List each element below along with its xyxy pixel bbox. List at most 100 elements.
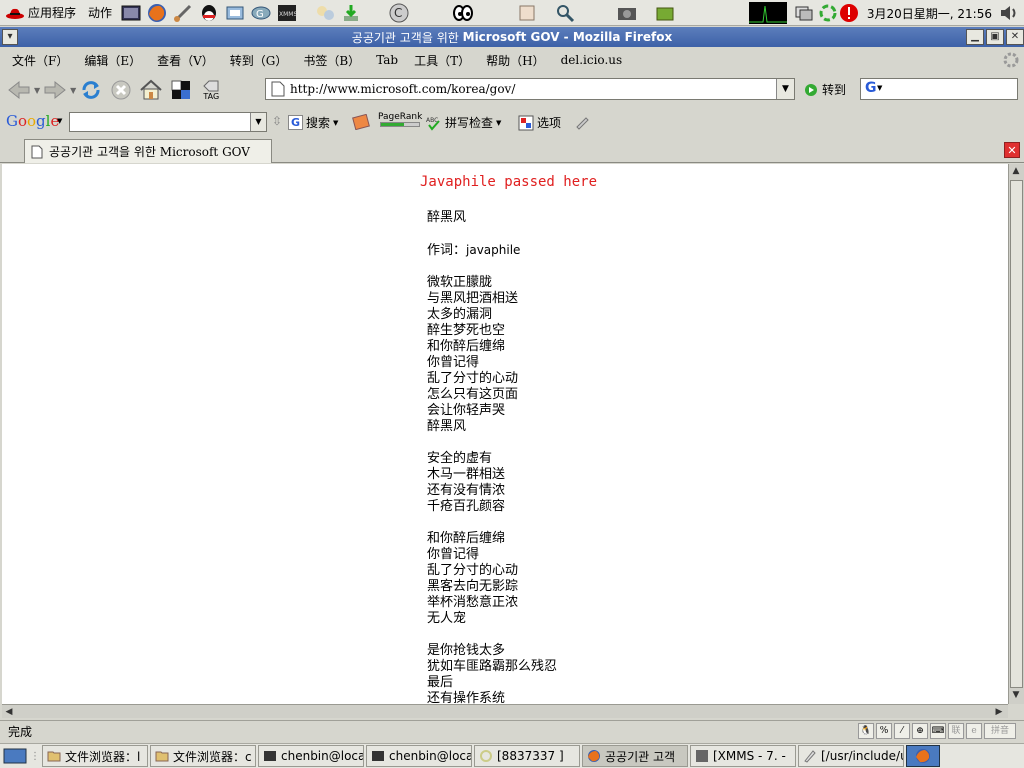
scroll-down-arrow[interactable]: ▼: [1009, 688, 1023, 702]
menu-delicious[interactable]: del.icio.us: [553, 53, 631, 67]
alert-icon[interactable]: [839, 3, 859, 23]
clock[interactable]: 3月20日星期一, 21:56: [867, 5, 992, 22]
workspace-icon[interactable]: [793, 2, 815, 24]
notes-launcher-icon[interactable]: [516, 2, 538, 24]
google-menu-dropdown-icon[interactable]: ▼: [57, 117, 62, 125]
window-titlebar[interactable]: ▾ 공공기관 고객을 위한 Microsoft GOV - Mozilla Fi…: [0, 27, 1024, 47]
folder-icon: [47, 751, 61, 762]
search-dropdown-icon[interactable]: ▼: [333, 119, 338, 127]
ime-connect-button[interactable]: 联: [948, 723, 964, 739]
horizontal-scrollbar[interactable]: ◀ ▶: [2, 704, 1008, 718]
vertical-scroll-thumb[interactable]: [1010, 180, 1023, 688]
window-menu-button[interactable]: ▾: [2, 29, 18, 45]
task-label: chenbin@local: [281, 749, 364, 763]
search-launcher-icon[interactable]: [554, 2, 576, 24]
poem-credit: 作词：javaphile: [427, 242, 557, 259]
google-search-dropdown[interactable]: ▼: [250, 113, 266, 131]
system-monitor-icon[interactable]: [748, 2, 787, 24]
download-launcher-icon[interactable]: [340, 2, 362, 24]
copyright-launcher-icon[interactable]: C: [388, 2, 410, 24]
task-file-browser-2[interactable]: 文件浏览器：c: [150, 745, 256, 767]
menu-edit[interactable]: 编辑（E）: [76, 52, 149, 69]
task-qq[interactable]: [8837337 ]: [474, 745, 580, 767]
options-button[interactable]: 选项: [518, 114, 561, 131]
ime-mode-icon[interactable]: %: [876, 723, 892, 739]
back-button[interactable]: [4, 75, 34, 105]
reload-button[interactable]: [76, 75, 106, 105]
go-arrow-icon: [805, 83, 817, 96]
menu-help[interactable]: 帮助（H）: [478, 52, 552, 69]
recycle-icon[interactable]: [819, 4, 837, 22]
network-launcher-icon[interactable]: [224, 2, 246, 24]
spellcheck-button[interactable]: ABC 拼写检查 ▼: [426, 114, 501, 131]
chat-launcher-icon[interactable]: [314, 2, 336, 24]
highlight-button[interactable]: [574, 114, 590, 130]
maximize-button[interactable]: ▣: [986, 29, 1004, 45]
qq-launcher-icon[interactable]: [198, 2, 220, 24]
camera-launcher-icon[interactable]: [616, 2, 638, 24]
brush-launcher-icon[interactable]: [172, 2, 194, 24]
search-engine-box[interactable]: G ▼: [860, 78, 1018, 100]
scroll-left-arrow[interactable]: ◀: [2, 705, 16, 719]
tag-button[interactable]: TAG: [196, 75, 226, 105]
go-button[interactable]: 转到: [804, 81, 846, 98]
menu-bookmarks[interactable]: 书签（B）: [295, 52, 368, 69]
spellcheck-dropdown-icon[interactable]: ▼: [496, 119, 501, 127]
applications-menu[interactable]: 应用程序: [0, 4, 82, 21]
google-g-icon[interactable]: G: [865, 80, 877, 96]
news-button[interactable]: [352, 114, 370, 130]
ime-pinyin-button[interactable]: 拼音: [984, 723, 1016, 739]
ime-keyboard-icon[interactable]: ⌨: [930, 723, 946, 739]
url-text: http://www.microsoft.com/korea/gov/: [290, 82, 516, 96]
stop-button[interactable]: [106, 75, 136, 105]
forward-button[interactable]: [40, 75, 70, 105]
delicious-button[interactable]: [166, 75, 196, 105]
tab-current[interactable]: 공공기관 고객을 위한 Microsoft GOV: [24, 139, 272, 163]
google-search-input[interactable]: ▼: [69, 112, 267, 132]
eyes-launcher-icon[interactable]: [452, 2, 474, 24]
home-button[interactable]: [136, 75, 166, 105]
scroll-up-arrow[interactable]: ▲: [1009, 164, 1023, 178]
show-desktop-icon[interactable]: [2, 745, 30, 767]
task-file-browser-1[interactable]: 文件浏览器：l: [42, 745, 148, 767]
menu-go[interactable]: 转到（G）: [222, 52, 296, 69]
firefox-launcher-icon[interactable]: [146, 2, 168, 24]
vertical-scrollbar[interactable]: ▲ ▼: [1008, 164, 1024, 704]
url-bar[interactable]: http://www.microsoft.com/korea/gov/ ▼: [265, 78, 795, 100]
credit-prefix: 作词：: [427, 243, 467, 258]
xmms-launcher-icon[interactable]: XMMS: [276, 2, 298, 24]
task-terminal-2[interactable]: chenbin@local: [366, 745, 472, 767]
url-dropdown-button[interactable]: ▼: [776, 79, 794, 99]
menu-view[interactable]: 查看（V）: [149, 52, 222, 69]
task-terminal-1[interactable]: chenbin@local: [258, 745, 364, 767]
menu-tools[interactable]: 工具（T）: [406, 52, 478, 69]
ime-english-button[interactable]: e: [966, 723, 982, 739]
poem-line: 还有没有情浓: [427, 483, 506, 498]
task-label: [8837337 ]: [497, 749, 564, 763]
pagerank-indicator[interactable]: PageRank: [378, 112, 422, 127]
minimize-button[interactable]: ▁: [966, 29, 984, 45]
task-firefox[interactable]: 공공기관 고객: [582, 745, 688, 767]
terminal-launcher-icon[interactable]: [120, 2, 142, 24]
workspace-switcher[interactable]: [906, 745, 940, 767]
google-logo[interactable]: Google: [6, 112, 59, 130]
scroll-right-arrow[interactable]: ▶: [992, 705, 1006, 719]
task-editor[interactable]: [/usr/include/u: [798, 745, 904, 767]
menu-tab[interactable]: Tab: [368, 53, 406, 67]
task-xmms[interactable]: [XMMS - 7. -: [690, 745, 796, 767]
engine-dropdown-icon[interactable]: ▼: [877, 84, 882, 92]
actions-menu[interactable]: 动作: [82, 4, 118, 21]
close-window-button[interactable]: ✕: [1006, 29, 1024, 45]
ime-symbol-icon[interactable]: ⊕: [912, 723, 928, 739]
book-launcher-icon[interactable]: [654, 2, 676, 24]
poem-line: 安全的虚有: [427, 451, 493, 466]
menu-file[interactable]: 文件（F）: [4, 52, 76, 69]
ime-punct-icon[interactable]: ⁄: [894, 723, 910, 739]
gaim-launcher-icon[interactable]: G: [250, 2, 272, 24]
close-tab-button[interactable]: ✕: [1004, 142, 1020, 158]
throbber-icon: [1003, 52, 1019, 68]
penguin-icon[interactable]: 🐧: [858, 723, 874, 739]
google-search-button[interactable]: G 搜索 ▼: [288, 114, 338, 131]
folder-icon: [155, 751, 169, 762]
volume-icon[interactable]: [998, 3, 1020, 23]
